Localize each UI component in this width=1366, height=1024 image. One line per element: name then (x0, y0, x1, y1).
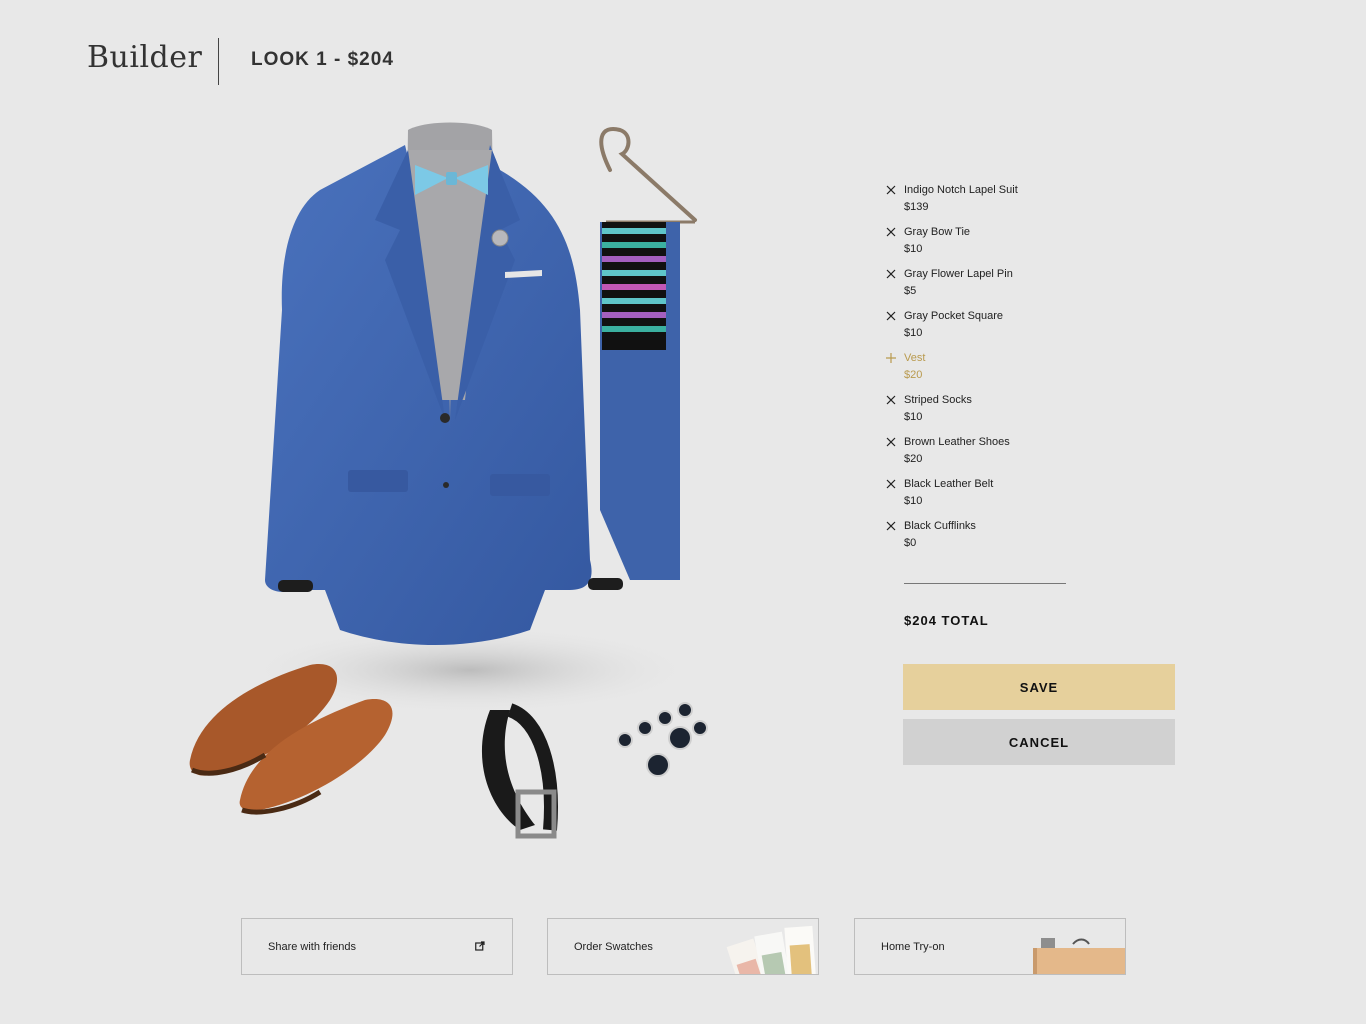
item-name: Gray Pocket Square (904, 310, 1004, 322)
list-item: Vest $20 (884, 349, 1184, 391)
item-price: $20 (904, 369, 923, 381)
black-cufflinks (617, 702, 708, 777)
home-try-on-card[interactable]: Home Try-on (854, 918, 1126, 975)
total-price: $204 TOTAL (904, 613, 989, 628)
item-price: $10 (904, 495, 923, 507)
swatch-cards-icon (726, 925, 817, 974)
item-price: $0 (904, 537, 917, 549)
outfit-illustration (189, 122, 708, 839)
lapel-pin (491, 229, 509, 247)
item-name: Vest (904, 352, 926, 364)
item-price: $10 (904, 411, 923, 423)
outfit-preview (170, 110, 730, 870)
try-on-box-icon (1033, 938, 1125, 974)
item-name: Gray Flower Lapel Pin (904, 268, 1013, 280)
left-cuff (278, 580, 313, 592)
item-price: $20 (904, 453, 923, 465)
swatches-label: Order Swatches (574, 941, 653, 953)
list-item: Gray Bow Tie $10 (884, 223, 1184, 265)
close-icon[interactable] (884, 435, 898, 449)
order-swatches-card[interactable]: Order Swatches (547, 918, 819, 975)
external-link-icon (475, 941, 485, 951)
header-divider (218, 38, 219, 85)
item-name: Brown Leather Shoes (904, 436, 1010, 448)
left-pocket (348, 470, 408, 492)
cancel-button[interactable]: CANCEL (903, 719, 1175, 765)
hanger-icon (599, 127, 697, 224)
black-belt (481, 703, 558, 839)
jacket-button (440, 413, 450, 423)
item-list: Indigo Notch Lapel Suit $139 Gray Bow Tie $… (884, 181, 1184, 559)
item-price: $10 (904, 243, 923, 255)
item-name: Indigo Notch Lapel Suit (904, 184, 1018, 196)
close-icon[interactable] (884, 477, 898, 491)
share-label: Share with friends (268, 941, 357, 953)
save-button[interactable]: SAVE (903, 664, 1175, 710)
close-icon[interactable] (884, 519, 898, 533)
list-item: Brown Leather Shoes $20 (884, 433, 1184, 475)
item-name: Striped Socks (904, 394, 972, 406)
close-icon[interactable] (884, 267, 898, 281)
jacket-button (443, 482, 449, 488)
list-item: Gray Pocket Square $10 (884, 307, 1184, 349)
close-icon[interactable] (884, 393, 898, 407)
look-title: LOOK 1 - $204 (251, 49, 394, 70)
right-pocket (490, 474, 550, 496)
list-item: Black Cufflinks $0 (884, 517, 1184, 559)
list-item: Indigo Notch Lapel Suit $139 (884, 181, 1184, 223)
item-price: $5 (904, 285, 917, 297)
close-icon[interactable] (884, 309, 898, 323)
item-price: $139 (904, 201, 929, 213)
item-name: Gray Bow Tie (904, 226, 971, 238)
share-with-friends-card[interactable]: Share with friends (241, 918, 513, 975)
tryon-label: Home Try-on (881, 941, 945, 953)
list-item: Gray Flower Lapel Pin $5 (884, 265, 1184, 307)
total-divider (904, 583, 1066, 584)
outfit-builder-page: Builder LOOK 1 - $204 Indigo Notch Lapel… (0, 0, 1366, 1024)
list-item: Black Leather Belt $10 (884, 475, 1184, 517)
plus-icon[interactable] (884, 351, 898, 365)
item-name: Black Leather Belt (904, 478, 994, 490)
close-icon[interactable] (884, 183, 898, 197)
right-cuff (588, 578, 623, 590)
item-name: Black Cufflinks (904, 520, 976, 532)
list-item: Striped Socks $10 (884, 391, 1184, 433)
close-icon[interactable] (884, 225, 898, 239)
striped-socks (602, 222, 666, 350)
brand-logo: Builder (87, 40, 203, 75)
item-price: $10 (904, 327, 923, 339)
